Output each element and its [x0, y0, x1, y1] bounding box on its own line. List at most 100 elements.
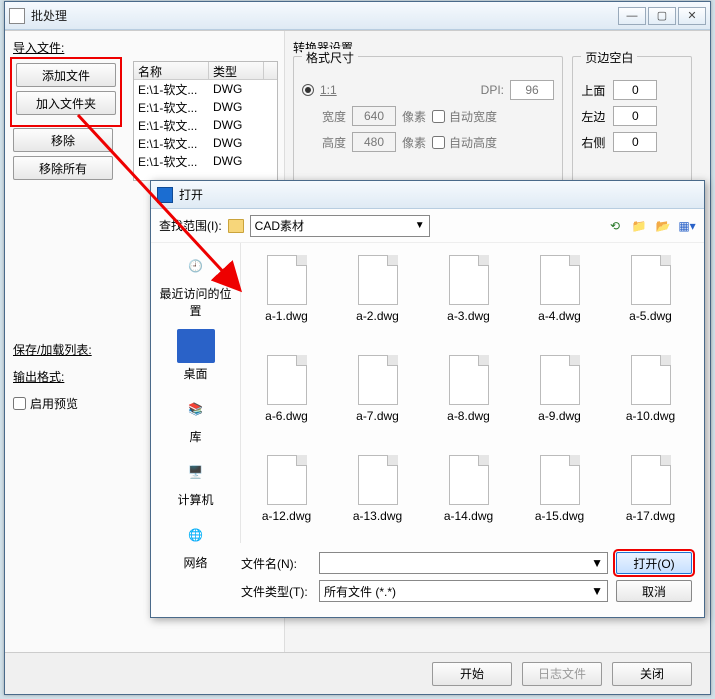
file-item[interactable]: a-14.dwg [425, 449, 512, 543]
chevron-down-icon: ▼ [415, 220, 425, 231]
size-legend: 格式尺寸 [302, 49, 358, 66]
new-folder-icon[interactable]: 📂 [654, 217, 672, 235]
close-main-button[interactable]: 关闭 [612, 662, 692, 686]
folder-icon [228, 219, 244, 233]
log-button[interactable]: 日志文件 [522, 662, 602, 686]
lookin-value: CAD素材 [255, 217, 304, 234]
file-list[interactable]: 名称 类型 E:\1-软文...DWGE:\1-软文...DWGE:\1-软文.… [133, 61, 278, 181]
up-folder-icon[interactable]: 📁 [630, 217, 648, 235]
ratio-radio[interactable] [302, 84, 314, 96]
file-item[interactable]: a-1.dwg [243, 249, 330, 345]
margin-right-input[interactable]: 0 [613, 132, 657, 152]
document-icon [358, 355, 398, 405]
import-label: 导入文件: [13, 39, 276, 56]
file-item[interactable]: a-8.dwg [425, 349, 512, 445]
height-label: 高度 [322, 134, 346, 151]
margin-left-label: 左边 [581, 108, 605, 125]
file-item[interactable]: a-10.dwg [607, 349, 694, 445]
places-bar: 🕘最近访问的位置 桌面 📚库 🖥️计算机 🌐网络 [151, 243, 241, 543]
file-item[interactable]: a-2.dwg [334, 249, 421, 345]
place-desktop[interactable]: 桌面 [156, 329, 236, 382]
width-label: 宽度 [322, 108, 346, 125]
file-name: a-1.dwg [265, 309, 308, 323]
document-icon [449, 455, 489, 505]
remove-button[interactable]: 移除 [13, 128, 113, 152]
chevron-down-icon: ▼ [591, 556, 603, 570]
file-item[interactable]: a-17.dwg [607, 449, 694, 543]
file-name: a-2.dwg [356, 309, 399, 323]
minimize-button[interactable]: — [618, 7, 646, 25]
open-button[interactable]: 打开(O) [616, 552, 692, 574]
file-item[interactable]: a-6.dwg [243, 349, 330, 445]
open-dialog-title: 打开 [179, 186, 203, 203]
enable-preview-checkbox[interactable]: 启用预览 [13, 395, 78, 412]
lookin-label: 查找范围(I): [159, 217, 222, 234]
width-input[interactable]: 640 [352, 106, 396, 126]
document-icon [631, 355, 671, 405]
file-item[interactable]: a-4.dwg [516, 249, 603, 345]
maximize-button[interactable]: ▢ [648, 7, 676, 25]
start-button[interactable]: 开始 [432, 662, 512, 686]
file-name: a-12.dwg [262, 509, 311, 523]
cad-icon [157, 187, 173, 203]
place-network[interactable]: 🌐网络 [156, 518, 236, 571]
margin-left-input[interactable]: 0 [613, 106, 657, 126]
document-icon [540, 455, 580, 505]
dpi-input[interactable]: 96 [510, 80, 554, 100]
size-group: 格式尺寸 1:1 DPI: 96 宽度 640 像素 自动宽度 [293, 56, 563, 196]
open-dialog-titlebar[interactable]: 打开 [151, 181, 704, 209]
table-row[interactable]: E:\1-软文...DWG [134, 134, 277, 152]
file-item[interactable]: a-7.dwg [334, 349, 421, 445]
place-libraries[interactable]: 📚库 [156, 392, 236, 445]
add-file-button[interactable]: 添加文件 [16, 63, 116, 87]
file-item[interactable]: a-3.dwg [425, 249, 512, 345]
table-row[interactable]: E:\1-软文...DWG [134, 152, 277, 170]
document-icon [358, 255, 398, 305]
file-browser[interactable]: a-1.dwg a-2.dwg a-3.dwg a-4.dwga-5.dwg a-6.d… [241, 243, 696, 543]
file-item[interactable]: a-13.dwg [334, 449, 421, 543]
height-input[interactable]: 480 [352, 132, 396, 152]
table-row[interactable]: E:\1-软文...DWG [134, 80, 277, 98]
file-name: a-14.dwg [444, 509, 493, 523]
app-icon [9, 8, 25, 24]
document-icon [267, 355, 307, 405]
place-computer[interactable]: 🖥️计算机 [156, 455, 236, 508]
remove-all-button[interactable]: 移除所有 [13, 156, 113, 180]
back-icon[interactable]: ⟲ [606, 217, 624, 235]
document-icon [267, 255, 307, 305]
margin-legend: 页边空白 [581, 49, 637, 66]
file-name: a-3.dwg [447, 309, 490, 323]
filetype-value: 所有文件 (*.*) [324, 583, 396, 600]
save-list-label: 保存/加载列表: [13, 341, 143, 358]
view-menu-icon[interactable]: ▦▾ [678, 217, 696, 235]
open-dialog-fields: 文件名(N): ▼ 打开(O) 文件类型(T): 所有文件 (*.*) ▼ 取消 [241, 549, 696, 609]
file-name: a-10.dwg [626, 409, 675, 423]
titlebar[interactable]: 批处理 — ▢ ✕ [5, 2, 710, 30]
margin-top-input[interactable]: 0 [613, 80, 657, 100]
table-row[interactable]: E:\1-软文...DWG [134, 98, 277, 116]
file-item[interactable]: a-15.dwg [516, 449, 603, 543]
col-name[interactable]: 名称 [134, 62, 209, 79]
document-icon [358, 455, 398, 505]
close-button[interactable]: ✕ [678, 7, 706, 25]
table-row[interactable]: E:\1-软文...DWG [134, 116, 277, 134]
col-type[interactable]: 类型 [209, 62, 264, 79]
cancel-button[interactable]: 取消 [616, 580, 692, 602]
output-format-label: 输出格式: [13, 368, 143, 385]
file-item[interactable]: a-9.dwg [516, 349, 603, 445]
file-name: a-7.dwg [356, 409, 399, 423]
auto-height-checkbox[interactable]: 自动高度 [432, 134, 497, 151]
margin-top-label: 上面 [581, 82, 605, 99]
document-icon [631, 455, 671, 505]
place-recent[interactable]: 🕘最近访问的位置 [156, 249, 236, 319]
filetype-combo[interactable]: 所有文件 (*.*) ▼ [319, 580, 608, 602]
add-folder-button[interactable]: 加入文件夹 [16, 91, 116, 115]
filename-input[interactable]: ▼ [319, 552, 608, 574]
auto-width-checkbox[interactable]: 自动宽度 [432, 108, 497, 125]
file-item[interactable]: a-12.dwg [243, 449, 330, 543]
lookin-combo[interactable]: CAD素材 ▼ [250, 215, 430, 237]
file-name: a-17.dwg [626, 509, 675, 523]
enable-preview-label: 启用预览 [30, 395, 78, 412]
file-item[interactable]: a-5.dwg [607, 249, 694, 345]
enable-preview-input[interactable] [13, 397, 26, 410]
